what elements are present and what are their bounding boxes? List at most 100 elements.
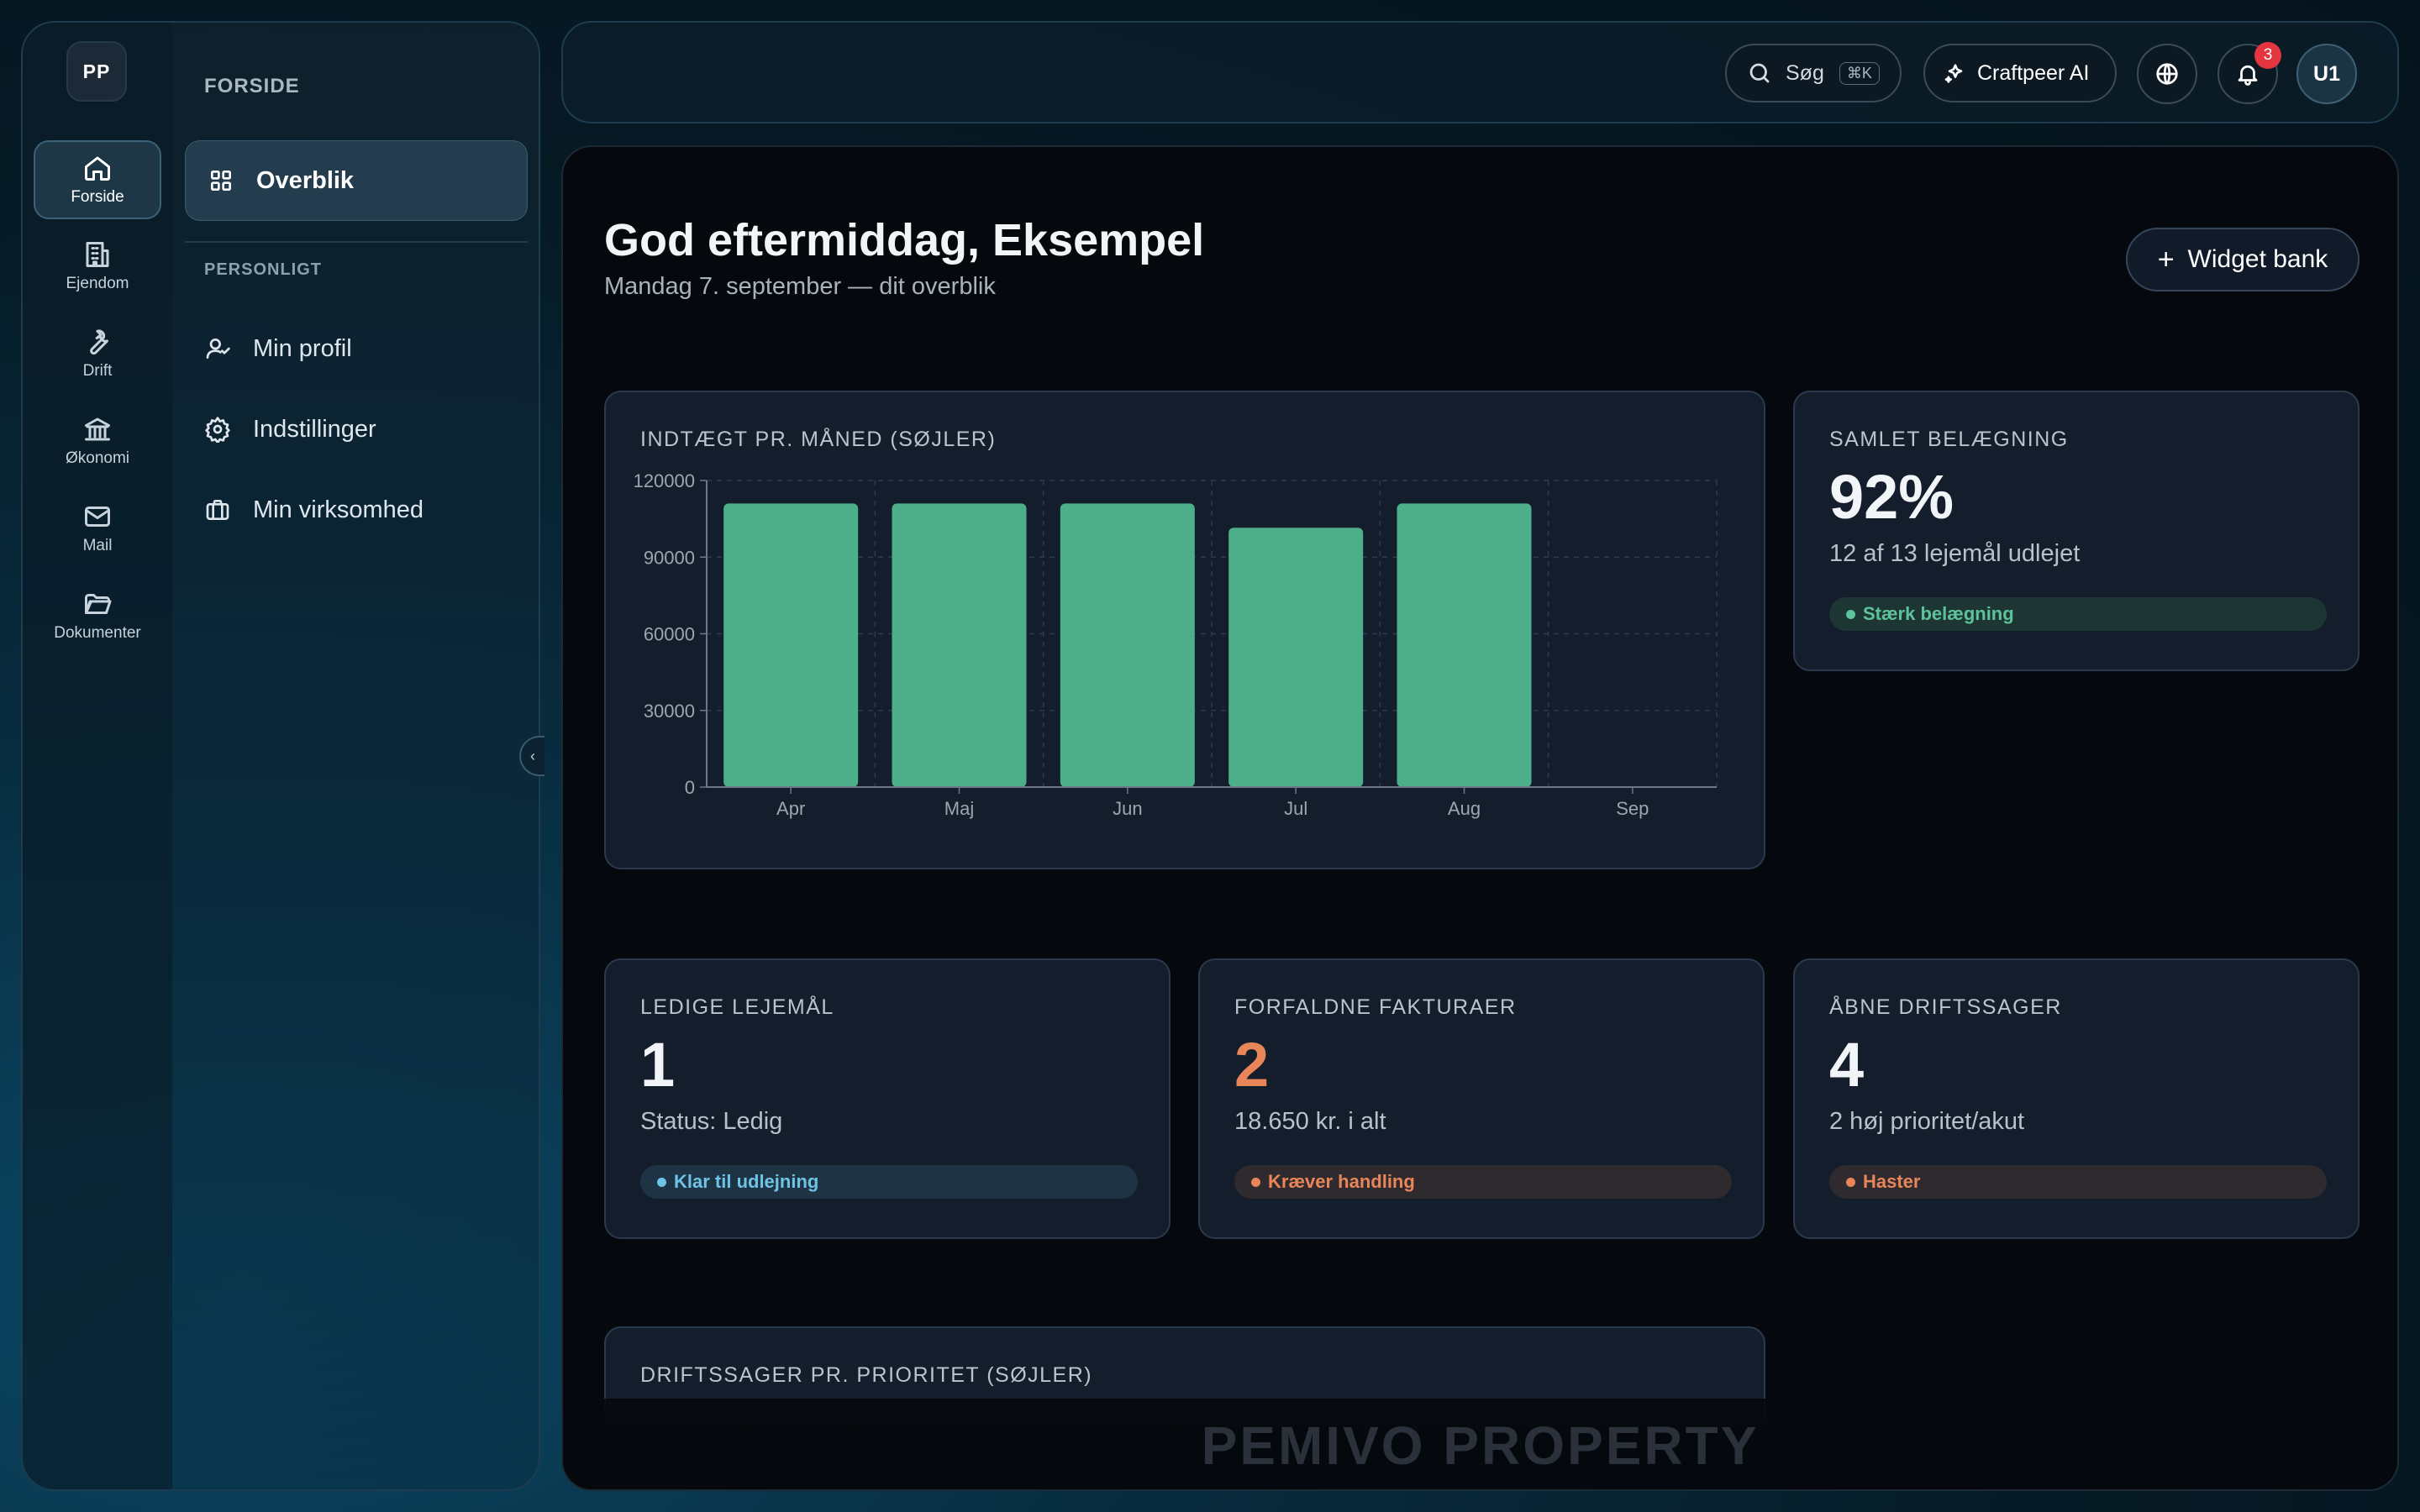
ai-label: Craftpeer AI (1977, 60, 2090, 85)
occupancy-card: SAMLET BELÆGNING 92% 12 af 13 lejemål ud… (1793, 391, 2360, 671)
building-icon (86, 242, 109, 267)
user-icon (206, 339, 230, 359)
notification-badge: 3 (2254, 42, 2281, 69)
status-dot (1846, 1178, 1855, 1187)
badge-label: Haster (1863, 1171, 1921, 1192)
nav-item-min-virksomhed[interactable]: Min virksomhed (204, 489, 424, 531)
nav-item-label: Min profil (253, 334, 352, 362)
section-title: FORSIDE (204, 75, 300, 97)
rail-item-label: Dokumenter (54, 624, 141, 642)
brand-logo: PEMIVO PROPERTY (563, 1399, 2397, 1489)
status-badge: Stærk belægning (1829, 597, 2327, 631)
card-title: DRIFTSSAGER PR. PRIORITET (SØJLER) (640, 1363, 1093, 1387)
rail-item-mail[interactable]: Mail (34, 489, 161, 568)
open-operations-card: ÅBNE DRIFTSSAGER 4 2 høj prioritet/akut … (1793, 958, 2360, 1239)
grid-icon (210, 171, 231, 191)
rail-item-label: Ejendom (66, 275, 129, 292)
y-tick-label: 120000 (634, 470, 695, 491)
icon-rail: PP Forside Ejendom Drift Økonomi Mail Do… (23, 23, 172, 1489)
y-tick-label: 60000 (644, 624, 695, 645)
ops-value: 4 (1829, 1030, 1865, 1100)
bar (892, 503, 1027, 787)
nav-item-label: Indstillinger (253, 415, 376, 443)
status-dot (1846, 610, 1855, 619)
vacant-sub: Status: Ledig (640, 1108, 783, 1135)
avatar[interactable]: U1 (2296, 44, 2357, 104)
x-tick-label: Sep (1616, 798, 1649, 819)
nav-item-min-profil[interactable]: Min profil (204, 328, 352, 370)
status-badge: Haster (1829, 1165, 2327, 1199)
briefcase-icon (206, 500, 229, 520)
language-button[interactable] (2137, 44, 2197, 104)
vacant-units-card: LEDIGE LEJEMÅL 1 Status: Ledig Klar til … (604, 958, 1171, 1239)
rail-item-okonomi[interactable]: Økonomi (34, 402, 161, 480)
nav-item-indstillinger[interactable]: Indstillinger (204, 408, 376, 450)
page-subtitle: Mandag 7. september — dit overblik (604, 273, 996, 300)
y-tick-label: 30000 (644, 701, 695, 722)
x-tick-label: Jun (1113, 798, 1142, 819)
nav-item-label: Min virksomhed (253, 496, 424, 523)
rail-item-label: Økonomi (65, 449, 130, 467)
bar (1397, 503, 1532, 787)
rail-item-ejendom[interactable]: Ejendom (34, 227, 161, 306)
ai-assistant-button[interactable]: Craftpeer AI (1923, 44, 2117, 102)
search-shortcut: ⌘K (1839, 61, 1880, 85)
nav-item-label: Overblik (256, 166, 355, 194)
sidebar: PP Forside Ejendom Drift Økonomi Mail Do… (21, 21, 540, 1491)
bell-icon (2238, 65, 2258, 86)
wrench-icon (90, 329, 109, 355)
occupancy-sub: 12 af 13 lejemål udlejet (1829, 540, 2081, 567)
main-content: God eftermiddag, Eksempel Mandag 7. sept… (561, 145, 2399, 1491)
x-tick-label: Jul (1284, 798, 1307, 819)
gear-icon (205, 417, 230, 443)
search-label: Søg (1786, 60, 1824, 85)
nav-section-personal: PERSONLIGT (204, 260, 323, 279)
widget-bank-label: Widget bank (2187, 245, 2328, 273)
ops-sub: 2 høj prioritet/akut (1829, 1108, 2025, 1135)
rail-item-forside[interactable]: Forside (34, 140, 161, 219)
rail-item-label: Forside (71, 188, 124, 206)
revenue-chart-card: INDTÆGT PR. MÅNED (SØJLER) 0 30000 60000 90… (604, 391, 1765, 869)
y-tick-label: 0 (685, 777, 695, 798)
home-icon (85, 156, 110, 181)
search-icon (1749, 63, 1770, 83)
status-badge: Kræver handling (1234, 1165, 1732, 1199)
overdue-sub: 18.650 kr. i alt (1234, 1108, 1386, 1135)
card-title: SAMLET BELÆGNING (1829, 428, 2069, 451)
y-tick-label: 90000 (644, 547, 695, 568)
org-logo[interactable]: PP (66, 41, 127, 102)
widget-bank-button[interactable]: + Widget bank (2126, 228, 2360, 291)
x-tick-label: Aug (1448, 798, 1481, 819)
notifications-button[interactable]: 3 (2217, 42, 2281, 104)
status-dot (1251, 1178, 1260, 1187)
card-title: FORFALDNE FAKTURAER (1234, 995, 1517, 1019)
nav-item-overblik[interactable]: Overblik (185, 140, 528, 221)
chevron-left-icon: ‹ (530, 747, 535, 764)
x-tick-label: Apr (776, 798, 805, 819)
overdue-invoices-card: FORFALDNE FAKTURAER 2 18.650 kr. i alt K… (1198, 958, 1765, 1239)
rail-item-label: Mail (82, 537, 113, 554)
folder-icon (85, 594, 112, 614)
mail-icon (85, 507, 110, 527)
bar (723, 503, 859, 787)
page-title: God eftermiddag, Eksempel (604, 215, 1205, 265)
rail-item-drift[interactable]: Drift (34, 314, 161, 393)
top-bar: Søg ⌘K Craftpeer AI 3 U1 (561, 21, 2399, 123)
status-badge: Klar til udlejning (640, 1165, 1138, 1199)
search-button[interactable]: Søg ⌘K (1725, 44, 1902, 102)
bar (1228, 528, 1364, 787)
rail-item-dokumenter[interactable]: Dokumenter (34, 576, 161, 655)
plus-icon: + (2157, 243, 2175, 276)
badge-label: Stærk belægning (1863, 603, 2014, 624)
card-title: LEDIGE LEJEMÅL (640, 995, 834, 1019)
sparkle-icon (1944, 64, 1963, 83)
x-tick-label: Maj (944, 798, 974, 819)
badge-label: Klar til udlejning (674, 1171, 819, 1192)
bank-icon (85, 417, 110, 441)
vacant-value: 1 (640, 1030, 676, 1100)
status-dot (657, 1178, 666, 1187)
divider (185, 241, 528, 243)
rail-item-label: Drift (82, 362, 113, 380)
card-title: ÅBNE DRIFTSSAGER (1829, 995, 2062, 1019)
overdue-value: 2 (1234, 1030, 1270, 1100)
